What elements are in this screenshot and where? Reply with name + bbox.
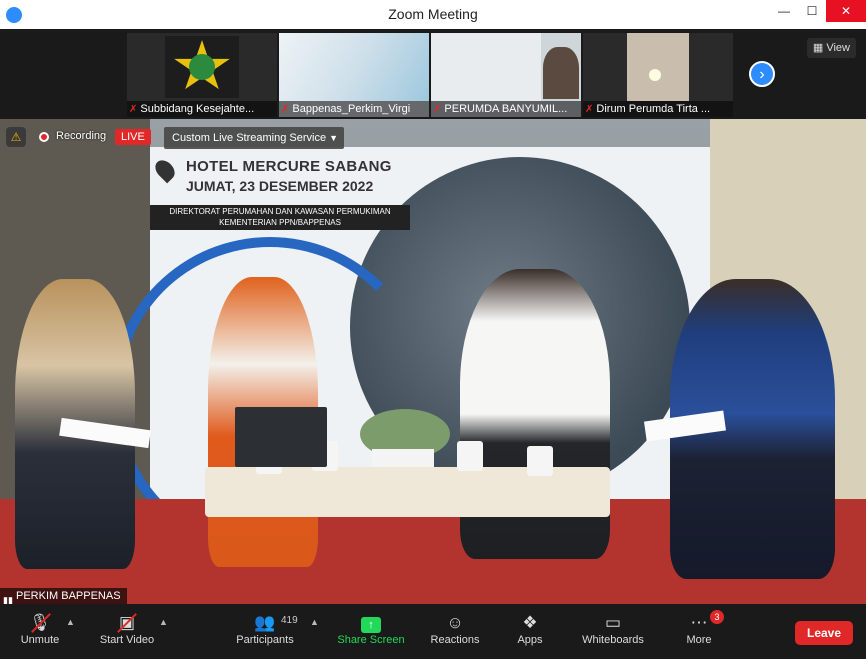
main-video: HOTEL MERCURE SABANG JUMAT, 23 DESEMBER … bbox=[0, 119, 866, 604]
share-screen-icon: ↑ bbox=[336, 612, 406, 634]
close-button[interactable]: ✕ bbox=[826, 0, 866, 22]
window-title: Zoom Meeting bbox=[388, 6, 478, 22]
participant-count: 419 bbox=[281, 615, 298, 626]
whiteboard-background bbox=[431, 33, 541, 101]
organizer-banner: DIREKTORAT PERUMAHAN DAN KAWASAN PERMUKI… bbox=[150, 205, 410, 230]
next-page-button[interactable]: › bbox=[749, 61, 775, 87]
participant-tile[interactable]: ✗ PERUMDA BANYUMIL... bbox=[431, 33, 581, 117]
cup bbox=[457, 441, 483, 471]
muted-mic-icon: ✗ bbox=[281, 104, 290, 115]
organization-logo bbox=[165, 36, 239, 98]
laptop bbox=[235, 407, 327, 467]
muted-mic-icon: 🎙 bbox=[14, 612, 66, 634]
chevron-down-icon: ▼ bbox=[329, 133, 338, 143]
participant-video bbox=[543, 47, 579, 99]
banner-line-1: DIREKTORAT PERUMAHAN DAN KAWASAN PERMUKI… bbox=[169, 207, 391, 216]
participant-tile[interactable]: ✗ Dirum Perumda Tirta ... bbox=[583, 33, 733, 117]
whiteboard-icon: ▭ bbox=[604, 613, 622, 632]
event-venue: HOTEL MERCURE SABANG bbox=[186, 158, 392, 175]
whiteboards-button[interactable]: ▭ Whiteboards bbox=[580, 612, 646, 646]
speaker-name: PERKIM BAPPENAS bbox=[16, 590, 121, 602]
title-bar: Zoom Meeting — ☐ ✕ bbox=[0, 0, 866, 29]
smiley-plus-icon: ☺ bbox=[446, 613, 464, 632]
muted-mic-icon: ✗ bbox=[585, 104, 594, 115]
share-screen-label: Share Screen bbox=[337, 634, 405, 646]
reactions-label: Reactions bbox=[430, 634, 480, 646]
event-date: JUMAT, 23 DESEMBER 2022 bbox=[186, 178, 374, 194]
video-off-icon: ▣ bbox=[96, 612, 158, 634]
video-options-caret-icon[interactable]: ▲ bbox=[159, 617, 168, 627]
apps-icon: ❖ bbox=[522, 613, 538, 632]
participant-name: ✗ Dirum Perumda Tirta ... bbox=[583, 101, 733, 117]
participants-label: Participants bbox=[236, 634, 294, 646]
participant-name: ✗ Subbidang Kesejahte... bbox=[127, 101, 277, 117]
share-screen-button[interactable]: ↑ Share Screen bbox=[336, 612, 406, 646]
participant-tile[interactable]: ✗ Bappenas_Perkim_Virgi bbox=[279, 33, 429, 117]
recording-label: Recording bbox=[56, 130, 107, 142]
stream-service-label: Custom Live Streaming Service bbox=[172, 132, 327, 144]
cup bbox=[527, 446, 553, 476]
muted-mic-icon: ✗ bbox=[129, 104, 138, 115]
unmute-button[interactable]: 🎙 Unmute bbox=[14, 612, 66, 646]
participant-video bbox=[627, 33, 689, 101]
active-speaker-label: ▮▮ PERKIM BAPPENAS bbox=[0, 588, 127, 605]
banner-line-2: KEMENTERIAN PPN/BAPPENAS bbox=[219, 218, 341, 227]
live-stream-dropdown[interactable]: Custom Live Streaming Service ▼ bbox=[164, 127, 344, 149]
maximize-button[interactable]: ☐ bbox=[798, 0, 826, 22]
shared-slide-thumbnail bbox=[279, 33, 429, 101]
apps-button[interactable]: ❖ Apps bbox=[510, 612, 550, 646]
participants-caret-icon[interactable]: ▲ bbox=[310, 617, 319, 627]
notification-badge: 3 bbox=[710, 610, 724, 624]
participant-tile[interactable]: ✗ Subbidang Kesejahte... bbox=[127, 33, 277, 117]
audio-options-caret-icon[interactable]: ▲ bbox=[66, 617, 75, 627]
view-button[interactable]: ▦ View bbox=[806, 38, 856, 58]
apps-label: Apps bbox=[517, 634, 543, 646]
recording-icon bbox=[39, 132, 49, 142]
participant-name: ✗ PERUMDA BANYUMIL... bbox=[431, 101, 581, 117]
leave-button[interactable]: Leave bbox=[795, 621, 853, 645]
start-video-button[interactable]: ▣ Start Video bbox=[96, 612, 158, 646]
reactions-button[interactable]: ☺ Reactions bbox=[428, 612, 482, 646]
ceiling-light bbox=[649, 69, 661, 81]
minimize-button[interactable]: — bbox=[770, 0, 798, 22]
whiteboards-label: Whiteboards bbox=[582, 634, 644, 646]
gallery-view-icon: ▦ bbox=[812, 42, 824, 54]
more-label: More bbox=[686, 634, 712, 646]
muted-mic-icon: ✗ bbox=[433, 104, 442, 115]
security-shield-icon[interactable]: ⚠ bbox=[6, 127, 26, 147]
live-badge: LIVE bbox=[115, 129, 151, 145]
participant-name: ✗ Bappenas_Perkim_Virgi bbox=[279, 101, 429, 117]
start-video-label: Start Video bbox=[99, 634, 155, 646]
unmute-label: Unmute bbox=[20, 634, 60, 646]
